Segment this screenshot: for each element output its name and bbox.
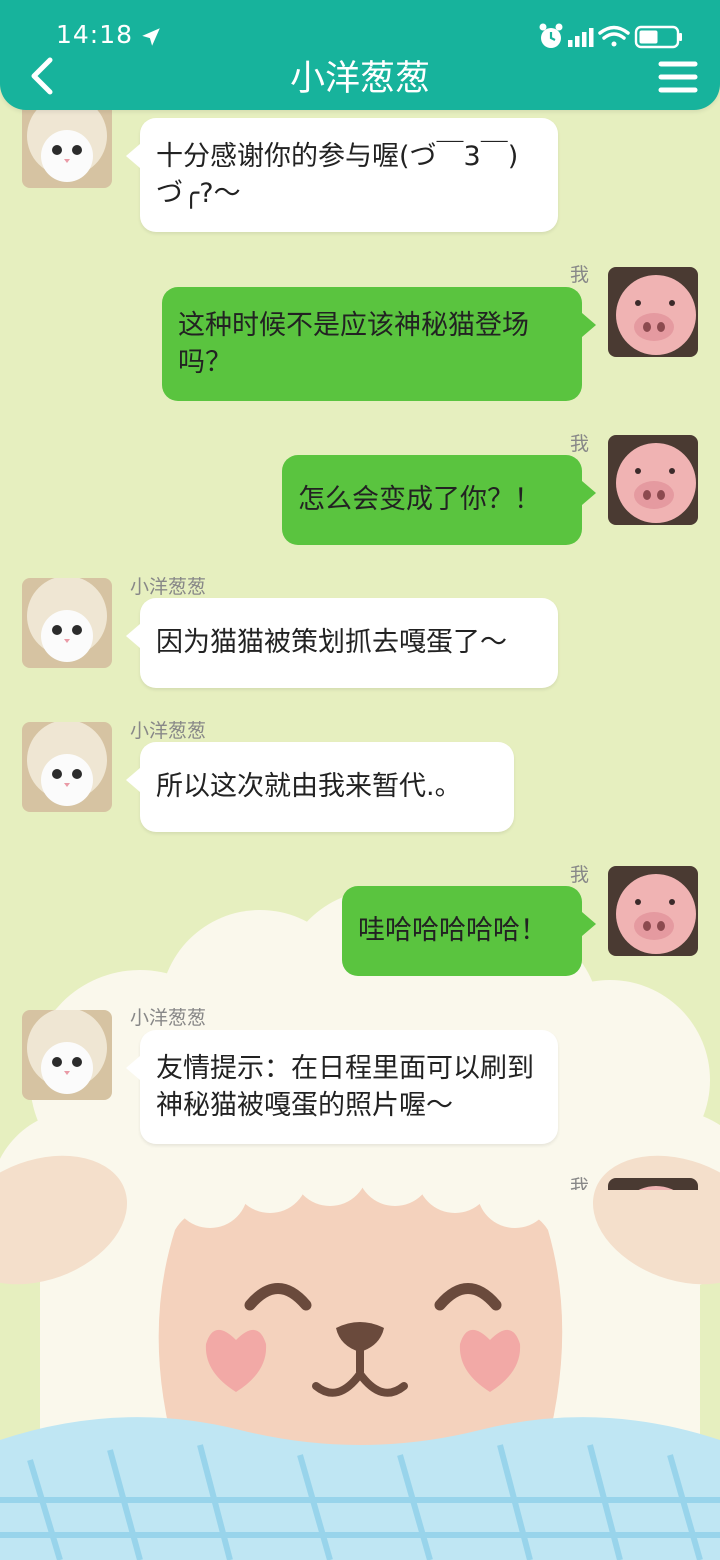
contact-avatar[interactable]	[22, 98, 112, 188]
sender-name: 我	[570, 264, 590, 286]
wifi-icon	[598, 25, 630, 47]
message-text: 友情提示：在日程里面可以刷到神秘猫被嘎蛋的照片喔～	[156, 1053, 534, 1121]
sender-name: 我	[570, 1176, 590, 1190]
pig-avatar-icon	[608, 435, 698, 525]
message-text: 这种时候不是应该神秘猫登场吗？	[178, 310, 529, 378]
app-header: 14:18 小洋葱葱	[0, 0, 720, 110]
my-avatar[interactable]	[608, 1178, 698, 1190]
contact-avatar[interactable]	[22, 1010, 112, 1100]
cat-avatar-icon	[22, 98, 112, 188]
sender-name: 小洋葱葱	[130, 720, 207, 742]
my-avatar[interactable]	[608, 866, 698, 956]
cat-avatar-icon	[22, 722, 112, 812]
message-bubble-received[interactable]: 所以这次就由我来暂代.。	[126, 742, 514, 832]
pig-avatar-icon	[608, 866, 698, 956]
message-text: 怎么会变成了你？！	[298, 484, 541, 515]
status-time: 14:18	[56, 20, 134, 49]
status-icons	[539, 23, 682, 49]
message-text: 所以这次就由我来暂代.。	[156, 771, 462, 802]
message-bubble-received[interactable]: 友情提示：在日程里面可以刷到神秘猫被嘎蛋的照片喔～	[126, 1030, 558, 1144]
chat-title: 小洋葱葱	[289, 59, 430, 99]
message-bubble-received[interactable]: 因为猫猫被策划抓去嘎蛋了～	[126, 598, 558, 688]
message-bubble-sent[interactable]: 怎么会变成了你？！	[282, 455, 596, 545]
chat-message-list[interactable]: 十分感谢你的参与喔(づ￣3￣)づ╭?～ 我 这种时候不是应该神秘猫登场吗？ 我 …	[0, 0, 720, 1190]
message-bubble-sent[interactable]: 这种时候不是应该神秘猫登场吗？	[162, 287, 596, 401]
pig-avatar-icon	[608, 1178, 698, 1190]
message-text: 哇哈哈哈哈哈！	[358, 915, 547, 946]
message-text: 因为猫猫被策划抓去嘎蛋了～	[156, 627, 507, 658]
signal-icon	[568, 28, 594, 47]
my-avatar[interactable]	[608, 435, 698, 525]
message-text: 十分感谢你的参与喔(づ￣3￣)づ╭?～	[156, 141, 519, 209]
alarm-icon	[539, 23, 563, 48]
battery-icon	[634, 25, 682, 49]
message-bubble-sent[interactable]: 哇哈哈哈哈哈！	[342, 886, 596, 976]
my-avatar[interactable]	[608, 267, 698, 357]
location-arrow-icon	[142, 28, 160, 46]
sender-name: 我	[570, 864, 590, 886]
pig-avatar-icon	[608, 267, 698, 357]
message-bubble-received[interactable]: 十分感谢你的参与喔(づ￣3￣)づ╭?～	[126, 118, 558, 232]
sender-name: 小洋葱葱	[130, 1007, 207, 1029]
menu-button[interactable]	[658, 58, 698, 98]
contact-avatar[interactable]	[22, 578, 112, 668]
cat-avatar-icon	[22, 1010, 112, 1100]
cat-avatar-icon	[22, 578, 112, 668]
contact-avatar[interactable]	[22, 722, 112, 812]
sender-name: 小洋葱葱	[130, 576, 207, 598]
sender-name: 我	[570, 433, 590, 455]
